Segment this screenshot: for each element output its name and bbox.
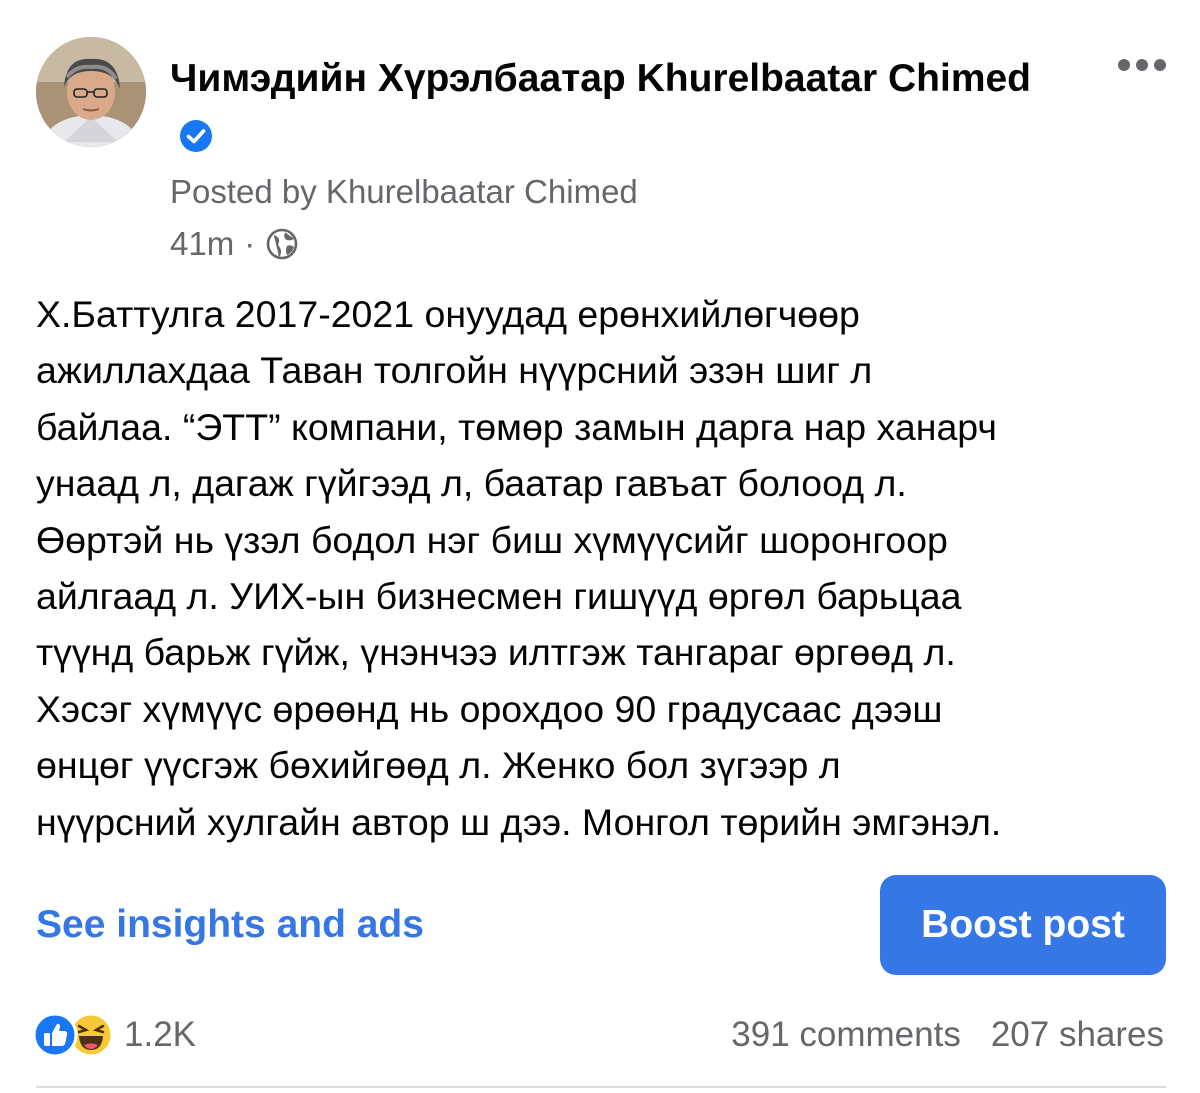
post-time[interactable]: 41m	[170, 222, 234, 266]
post-body-line: Хэсэг хүмүүс өрөөнд нь орохдоо 90 градус…	[36, 687, 943, 730]
post-body: Х.Баттулга 2017-2021 онуудад ерөнхийлөгч…	[36, 286, 1176, 850]
post-stats: 391 comments 207 shares	[731, 1012, 1164, 1058]
divider	[36, 1086, 1166, 1088]
more-dot	[1136, 59, 1148, 71]
post-body-line: өнцөг үүсгэж бөхийгөөд л. Женко бол зүгэ…	[36, 744, 841, 787]
meta-separator: ·	[244, 225, 256, 262]
author-avatar[interactable]	[36, 37, 146, 147]
post-body-line: түүнд барьж гүйж, үнэнчээ илтгэж тангара…	[36, 631, 956, 674]
post-body-line: ажиллахдаа Таван толгойн нүүрсний эзэн ш…	[36, 349, 873, 392]
comments-count[interactable]: 391 comments	[731, 1012, 961, 1058]
post-body-line: Х.Баттулга 2017-2021 онуудад ерөнхийлөгч…	[36, 293, 860, 335]
globe-icon[interactable]	[265, 227, 299, 261]
reaction-count: 1.2K	[124, 1015, 196, 1054]
post-body-line: Өөртэй нь үзэл бодол нэг биш хүмүүсийг ш…	[36, 518, 948, 561]
see-insights-link[interactable]: See insights and ads	[36, 898, 424, 952]
author-name-text[interactable]: Чимэдийн Хүрэлбаатар Khurelbaatar Chimed	[170, 57, 1031, 100]
post-body-line: нүүрсний хулгайн автор ш дээ. Монгол төр…	[36, 800, 1002, 843]
reactions-summary[interactable]: 1.2K	[32, 1010, 196, 1060]
like-icon	[32, 1012, 78, 1058]
author-name[interactable]: Чимэдийн Хүрэлбаатар Khurelbaatar Chimed	[170, 50, 1070, 166]
post-body-line: унаад л, дагаж гүйгээд л, баатар гавъат …	[36, 462, 907, 505]
post-meta: 41m ·	[170, 222, 299, 266]
boost-post-button[interactable]: Boost post	[880, 875, 1166, 975]
more-options-icon[interactable]	[1118, 58, 1170, 72]
more-dot	[1118, 59, 1130, 71]
post-body-line: байлаа. “ЭТТ” компани, төмөр замын дарга…	[36, 405, 997, 448]
verified-badge-icon	[180, 120, 212, 152]
posted-by-text: Posted by Khurelbaatar Chimed	[170, 173, 638, 210]
more-dot	[1154, 59, 1166, 71]
shares-count[interactable]: 207 shares	[991, 1012, 1164, 1058]
post-body-line: айлгаад л. УИХ-ын бизнесмен гишүүд өргөл…	[36, 575, 962, 618]
